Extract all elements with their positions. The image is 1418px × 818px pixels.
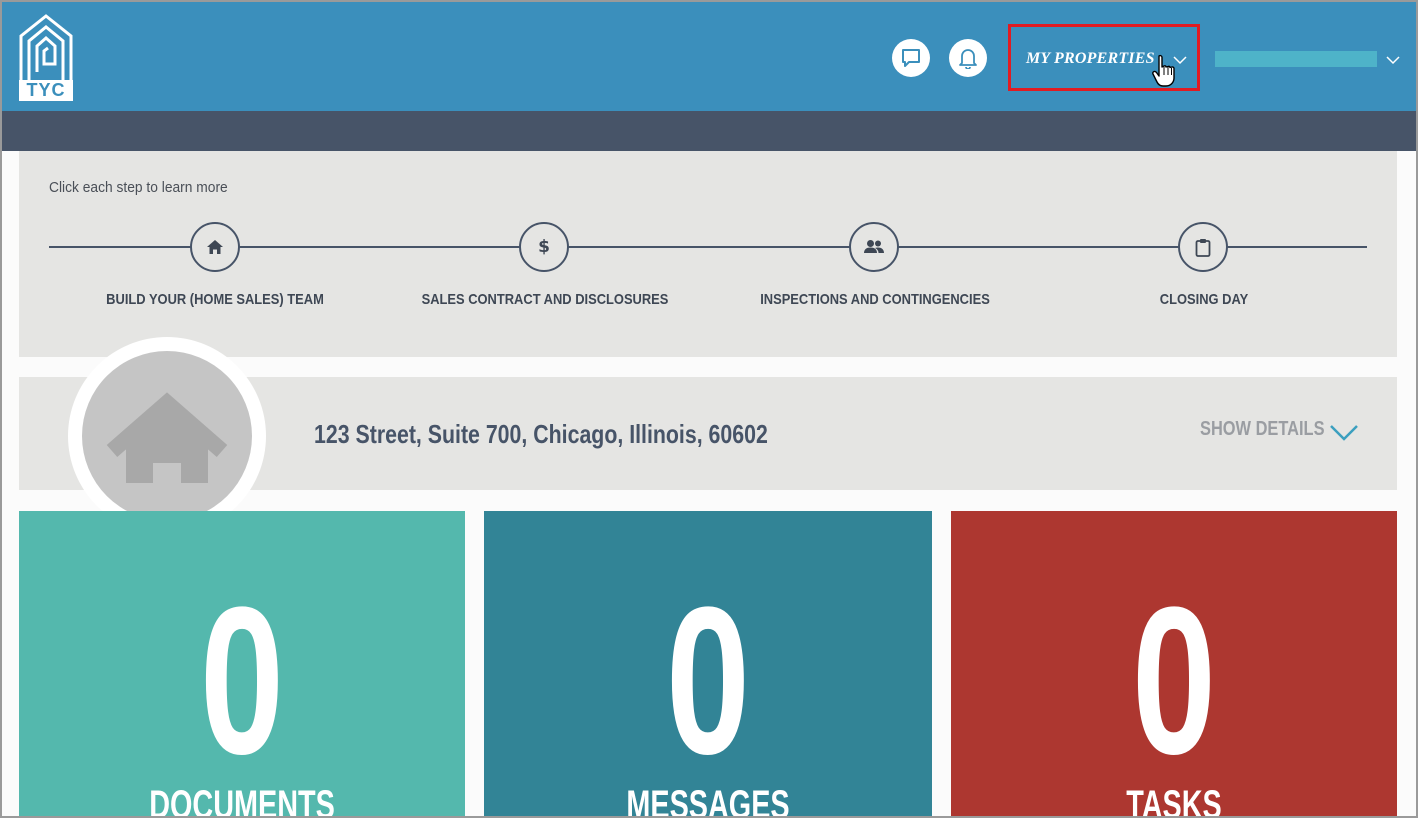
documents-count: 0	[199, 563, 285, 798]
clipboard-icon	[1195, 238, 1211, 257]
messages-tile[interactable]: 0 MESSAGES	[484, 511, 932, 818]
steps-timeline	[49, 246, 1367, 248]
tasks-count: 0	[1131, 563, 1217, 798]
step-closing-day[interactable]	[1178, 222, 1228, 272]
expand-chevron-icon[interactable]	[1329, 424, 1359, 442]
top-navbar: TYC MY PROPERTIES	[2, 2, 1416, 111]
home-icon	[207, 240, 223, 254]
sub-navbar	[2, 111, 1416, 151]
dollar-icon: $	[538, 237, 550, 257]
user-name-redacted[interactable]	[1215, 51, 1377, 67]
step-label-closing-day[interactable]: CLOSING DAY	[1062, 291, 1346, 308]
step-build-team[interactable]	[190, 222, 240, 272]
step-sales-contract[interactable]: $	[519, 222, 569, 272]
tasks-label: TASKS	[1126, 783, 1222, 818]
steps-hint: Click each step to learn more	[49, 179, 228, 196]
show-details-button[interactable]: SHOW DETAILS	[1200, 418, 1325, 441]
step-label-inspections[interactable]: INSPECTIONS AND CONTINGENCIES	[733, 291, 1017, 308]
step-label-sales-contract[interactable]: SALES CONTRACT AND DISCLOSURES	[403, 291, 687, 308]
property-photo-placeholder	[82, 351, 252, 521]
property-address: 123 Street, Suite 700, Chicago, Illinois…	[314, 419, 768, 449]
app-window: TYC MY PROPERTIES Click each step to lea…	[0, 0, 1418, 818]
messages-label: MESSAGES	[626, 783, 790, 818]
hand-cursor-icon	[1152, 54, 1175, 87]
my-properties-menu[interactable]: MY PROPERTIES	[1026, 50, 1155, 68]
steps-panel: Click each step to learn more $ BUILD YO…	[19, 151, 1397, 357]
documents-label: DOCUMENTS	[149, 783, 335, 818]
documents-tile[interactable]: 0 DOCUMENTS	[19, 511, 465, 818]
messages-count: 0	[665, 563, 751, 798]
logo-text: TYC	[19, 80, 73, 101]
logo-house-icon	[19, 14, 73, 80]
step-label-build-team[interactable]: BUILD YOUR (HOME SALES) TEAM	[73, 291, 357, 308]
property-avatar	[68, 337, 266, 535]
notifications-button[interactable]	[949, 39, 987, 77]
people-icon	[864, 240, 884, 253]
user-chevron-down-icon[interactable]	[1386, 56, 1400, 65]
chat-button[interactable]	[892, 39, 930, 77]
bell-icon	[959, 49, 977, 69]
chat-icon	[902, 49, 920, 67]
step-inspections[interactable]	[849, 222, 899, 272]
tasks-tile[interactable]: 0 TASKS	[951, 511, 1397, 818]
house-placeholder-icon	[106, 392, 228, 483]
tyc-logo[interactable]: TYC	[17, 12, 75, 102]
